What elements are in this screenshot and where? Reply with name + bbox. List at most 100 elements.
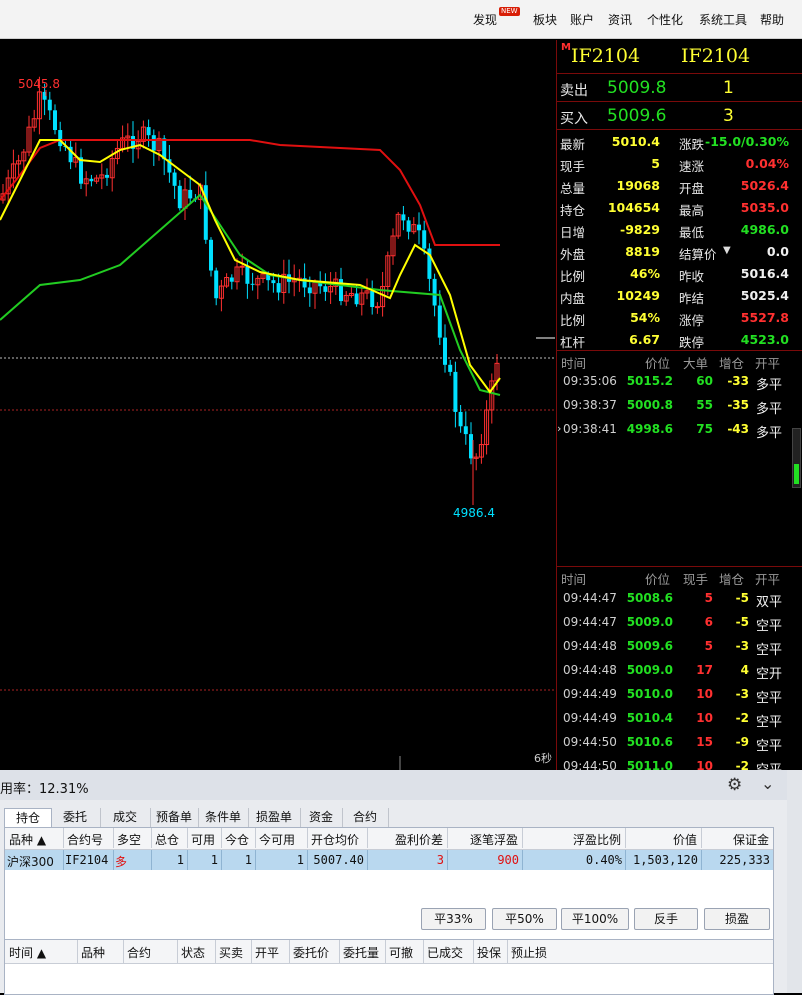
action-button-3[interactable]: 反手 (634, 908, 698, 930)
action-button-4[interactable]: 损盈 (704, 908, 770, 930)
tab-4[interactable]: 条件单 (198, 808, 249, 827)
stat-label: 昨收 (679, 269, 705, 284)
column-header[interactable]: 投保 (477, 944, 501, 961)
column-header[interactable]: 今仓 (225, 831, 249, 848)
menu-system-tools[interactable]: 系统工具 (699, 11, 747, 28)
column-header[interactable]: 开平 (255, 944, 279, 961)
tab-0[interactable]: 持仓 (4, 808, 52, 828)
top-menu-bar: 发现 NEW 板块 账户 资讯 个性化 系统工具 帮助 (0, 0, 802, 39)
settings-gear-icon[interactable]: ⚙ (727, 775, 742, 795)
column-header[interactable]: 品种 ▲ (9, 831, 46, 848)
chevron-down-icon[interactable]: ▼ (723, 245, 731, 256)
quote-panel: M IF2104 IF2104 卖出 5009.8 1 买入 5009.6 3 … (556, 40, 802, 770)
tab-3[interactable]: 预备单 (150, 808, 199, 827)
tab-1[interactable]: 委托 (50, 808, 101, 827)
trade-oi-change: -35 (727, 398, 749, 412)
stat-label: 开盘 (679, 181, 705, 196)
trade-price: 5010.0 (626, 687, 673, 701)
column-header[interactable]: 可撤 (389, 944, 413, 961)
table-cell: 900 (497, 853, 519, 867)
column-header[interactable]: 今可用 (259, 831, 295, 848)
stat-row: 最新 5010.4 涨跌 -15.0/0.30% (557, 130, 802, 152)
menu-sector[interactable]: 板块 (533, 11, 557, 28)
column-header[interactable]: 保证金 (701, 831, 769, 848)
tab-5[interactable]: 损盈单 (248, 808, 301, 827)
list-item[interactable]: 09:38:41 4998.6 75 -43 多平 › (557, 418, 802, 441)
column-header[interactable]: 买卖 (219, 944, 243, 961)
candle-body (323, 286, 328, 292)
column-header[interactable]: 价值 (625, 831, 697, 848)
tab-6[interactable]: 资金 (300, 808, 343, 827)
column-header[interactable]: 逐笔浮盈 (447, 831, 518, 848)
action-button-1[interactable]: 平50% (492, 908, 557, 930)
stat-value: 5 (651, 156, 660, 171)
table-cell: 0.40% (585, 853, 622, 867)
trade-volume: 5 (704, 639, 713, 653)
table-row[interactable]: 沪深300 IF2104 多 1 1 1 1 5007.40 3 900 0.40% 1,503,12… (5, 850, 773, 870)
column-header[interactable]: 委托价 (293, 944, 329, 961)
table-cell: 225,333 (719, 853, 770, 867)
column-header[interactable]: 时间 ▲ (9, 944, 46, 961)
column-header[interactable]: 浮盈比例 (522, 831, 621, 848)
menu-help[interactable]: 帮助 (760, 11, 784, 28)
stat-row: 内盘 10249 昨结 5025.4 (557, 284, 802, 306)
candle-body (432, 278, 437, 306)
column-header[interactable]: 状态 (181, 944, 205, 961)
stat-value: 5010.4 (611, 134, 660, 149)
list-item[interactable]: 09:44:48 5009.6 5 -3 空平 (557, 635, 802, 658)
menu-account[interactable]: 账户 (570, 11, 594, 28)
list-item[interactable]: 09:44:48 5009.0 17 4 空开 (557, 659, 802, 682)
tab-2[interactable]: 成交 (100, 808, 151, 827)
list-header: 时间 价位 现手 增仓 开平 (557, 567, 802, 589)
column-header: 价位 (645, 572, 671, 587)
list-item[interactable]: 09:35:06 5015.2 60 -33 多平 (557, 370, 802, 393)
stat-value: -9829 (620, 222, 660, 237)
column-header[interactable]: 总仓 (155, 831, 179, 848)
column-header[interactable]: 多空 (117, 831, 141, 848)
list-item[interactable]: 09:44:47 5009.0 6 -5 空平 (557, 611, 802, 634)
table-cell: 1 (296, 853, 304, 867)
list-item[interactable]: 09:44:50 5011.0 10 -2 空平 (557, 755, 802, 770)
price-chart[interactable]: 5045.8 4986.4 6秒 (0, 40, 555, 770)
list-item[interactable]: 09:38:37 5000.8 55 -35 多平 (557, 394, 802, 417)
trade-oi-change: -3 (735, 687, 749, 701)
trade-volume: 75 (696, 422, 713, 436)
column-header[interactable]: 合约 (127, 944, 151, 961)
list-item[interactable]: 09:44:47 5008.6 5 -5 双平 (557, 587, 802, 610)
list-item[interactable]: 09:44:49 5010.0 10 -3 空平 (557, 683, 802, 706)
table-cell: 3 (436, 853, 444, 867)
action-button-0[interactable]: 平33% (421, 908, 486, 930)
action-button-2[interactable]: 平100% (561, 908, 629, 930)
trade-oi-change: -5 (735, 591, 749, 605)
chevron-down-icon[interactable]: ⌄ (761, 774, 774, 793)
bid-row[interactable]: 买入 5009.6 3 (557, 104, 802, 128)
column-header[interactable]: 预止损 (511, 944, 547, 961)
candle-body (374, 306, 380, 309)
list-item[interactable]: 09:44:49 5010.4 10 -2 空平 (557, 707, 802, 730)
tab-7[interactable]: 合约 (342, 808, 389, 827)
stat-value: -15.0/0.30% (705, 134, 789, 149)
column-header[interactable]: 已成交 (427, 944, 463, 961)
trade-volume: 60 (696, 374, 713, 388)
menu-discover[interactable]: 发现 (473, 11, 497, 28)
menu-news[interactable]: 资讯 (608, 11, 632, 28)
main-contract-marker: M (561, 42, 571, 53)
stat-label: 最低 (679, 225, 705, 240)
stat-value: 6.67 (629, 332, 660, 347)
trade-time: 09:44:49 (563, 711, 617, 725)
scrollbar[interactable] (792, 428, 801, 488)
trade-time: 09:38:37 (563, 398, 617, 412)
column-header[interactable]: 可用 (191, 831, 215, 848)
list-item[interactable]: 09:44:50 5010.6 15 -9 空平 (557, 731, 802, 754)
column-header[interactable]: 品种 (81, 944, 105, 961)
stat-value: 46% (630, 266, 660, 281)
column-header[interactable]: 合约号 (67, 831, 103, 848)
stat-value: 5016.4 (740, 266, 789, 281)
candle-body (245, 266, 250, 284)
column-header[interactable]: 开仓均价 (311, 831, 359, 848)
candle-body (422, 230, 427, 249)
column-header[interactable]: 委托量 (343, 944, 379, 961)
menu-personalize[interactable]: 个性化 (647, 11, 683, 28)
ask-row[interactable]: 卖出 5009.8 1 (557, 76, 802, 100)
column-header[interactable]: 盈利价差 (367, 831, 443, 848)
